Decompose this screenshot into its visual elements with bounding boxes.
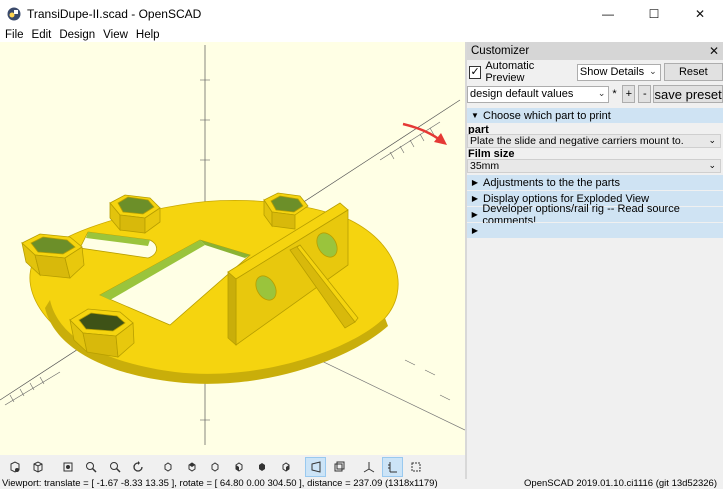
viewport-status: Viewport: translate = [ -1.67 -8.33 13.3… [2, 479, 438, 489]
automatic-preview-checkbox[interactable]: ✓ [469, 65, 482, 79]
reset-view-icon[interactable] [128, 457, 149, 477]
save-preset-button[interactable]: save preset [653, 85, 723, 103]
group-label: Choose which part to print [483, 109, 611, 122]
show-edges-icon[interactable] [406, 457, 427, 477]
group-unnamed[interactable]: ▶ [467, 223, 723, 238]
model-render [0, 45, 465, 445]
view-front-icon[interactable] [252, 457, 273, 477]
customizer-header: Customizer ✕ [467, 42, 723, 60]
zoom-in-icon[interactable] [81, 457, 102, 477]
menu-design[interactable]: Design [56, 29, 98, 41]
render-icon[interactable] [28, 457, 49, 477]
3d-viewport[interactable] [0, 42, 465, 455]
perspective-icon[interactable] [305, 457, 327, 477]
minimize-button[interactable]: — [585, 0, 631, 27]
automatic-preview-label: Automatic Preview [485, 60, 535, 84]
group-choose-part[interactable]: ▼ Choose which part to print [467, 108, 723, 123]
part-select[interactable]: Plate the slide and negative carriers mo… [467, 134, 721, 148]
view-all-icon[interactable] [57, 457, 78, 477]
show-axes-icon[interactable] [358, 457, 379, 477]
status-bar: Viewport: translate = [ -1.67 -8.33 13.3… [0, 479, 723, 489]
view-right-icon[interactable] [158, 457, 179, 477]
menu-help[interactable]: Help [133, 29, 163, 41]
reset-button[interactable]: Reset [663, 63, 723, 81]
openscad-logo-icon [7, 7, 21, 20]
triangle-right-icon: ▶ [471, 226, 479, 235]
show-scale-markers-icon[interactable] [381, 457, 403, 477]
maximize-button[interactable]: ☐ [631, 0, 677, 27]
group-developer-options[interactable]: ▶ Developer options/rail rig -- Read sou… [467, 203, 723, 227]
preset-row: design default values ⌄ * + - save prese… [467, 84, 723, 104]
menu-edit[interactable]: Edit [29, 29, 55, 41]
customizer-panel: Customizer ✕ ✓ Automatic Preview Show De… [467, 42, 723, 479]
chevron-down-icon: ⌄ [708, 160, 716, 170]
preset-select-value: design default values [470, 88, 574, 100]
version-status: OpenSCAD 2019.01.10.ci1116 (git 13d52326… [524, 479, 717, 489]
details-select-value: Show Details [579, 66, 645, 78]
menu-file[interactable]: File [2, 29, 27, 41]
orthogonal-icon[interactable] [329, 457, 350, 477]
preset-select[interactable]: design default values ⌄ [467, 85, 610, 103]
details-select[interactable]: Show Details ⌄ [576, 63, 661, 81]
window-controls: — ☐ ✕ [585, 0, 723, 27]
chevron-down-icon: ⌄ [597, 87, 606, 98]
title-bar: TransiDupe-II.scad - OpenSCAD — ☐ ✕ [0, 0, 723, 27]
group-label: Adjustments to the the parts [483, 176, 620, 189]
view-back-icon[interactable] [276, 457, 297, 477]
menu-view[interactable]: View [100, 29, 131, 41]
part-select-value: Plate the slide and negative carriers mo… [470, 135, 684, 147]
add-preset-button[interactable]: + [622, 85, 636, 103]
annotation-arrow-icon [402, 122, 447, 145]
triangle-down-icon: ▼ [471, 111, 479, 120]
view-top-icon[interactable] [181, 457, 202, 477]
chevron-down-icon: ⌄ [708, 135, 716, 145]
view-left-icon[interactable] [228, 457, 249, 477]
view-toolbar [0, 455, 465, 479]
preview-row: ✓ Automatic Preview Show Details ⌄ Reset [467, 60, 723, 84]
close-window-button[interactable]: ✕ [677, 0, 723, 27]
film-size-select[interactable]: 35mm ⌄ [467, 159, 721, 173]
menu-bar: File Edit Design View Help [0, 27, 723, 42]
triangle-right-icon: ▶ [471, 194, 479, 203]
chevron-down-icon: ⌄ [649, 65, 657, 76]
preset-modified-marker: * [612, 88, 617, 100]
view-bottom-icon[interactable] [205, 457, 226, 477]
preview-icon[interactable] [4, 457, 25, 477]
triangle-right-icon: ▶ [471, 178, 479, 187]
triangle-right-icon: ▶ [471, 210, 478, 219]
remove-preset-button[interactable]: - [638, 85, 652, 103]
customizer-title: Customizer [471, 45, 530, 57]
group-adjustments[interactable]: ▶ Adjustments to the the parts [467, 175, 723, 190]
film-size-select-value: 35mm [470, 160, 500, 172]
window-title: TransiDupe-II.scad - OpenSCAD [27, 6, 202, 21]
zoom-out-icon[interactable] [104, 457, 125, 477]
close-icon[interactable]: ✕ [709, 44, 719, 58]
